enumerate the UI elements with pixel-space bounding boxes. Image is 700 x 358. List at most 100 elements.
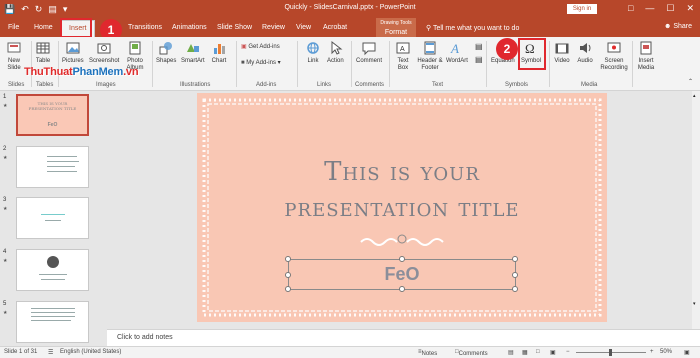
- smartart-icon: [186, 44, 199, 52]
- tab-home[interactable]: Home: [34, 18, 53, 37]
- thumb-text-line: [45, 220, 61, 221]
- thumb-text-line: [47, 161, 79, 162]
- screenshot-icon: [97, 43, 111, 54]
- zoom-slider-thumb[interactable]: [609, 349, 612, 356]
- spellcheck-icon[interactable]: ☰: [48, 349, 53, 356]
- resize-handle[interactable]: [285, 272, 291, 278]
- sign-in-button[interactable]: Sign in: [567, 4, 597, 14]
- tab-file[interactable]: File: [8, 18, 19, 37]
- tell-me-search[interactable]: ⚲ Tell me what you want to do: [426, 24, 519, 32]
- slideshow-view-icon[interactable]: ▣: [550, 349, 556, 356]
- callout-step-2: 2: [496, 38, 518, 60]
- thumb-1-title: THIS IS YOUR PRESENTATION TITLE: [28, 101, 77, 111]
- table-button[interactable]: Table: [35, 40, 51, 65]
- pictures-button[interactable]: Pictures: [62, 40, 84, 65]
- tab-acrobat[interactable]: Acrobat: [323, 18, 347, 37]
- resize-handle[interactable]: [285, 256, 291, 262]
- thumb-text-line: [41, 279, 65, 280]
- divider: [549, 41, 550, 87]
- header-footer-label: Header & Footer: [417, 58, 443, 71]
- slide-thumbnail-4[interactable]: [16, 249, 89, 291]
- tab-format[interactable]: Format: [376, 28, 416, 37]
- maximize-icon[interactable]: ☐: [666, 2, 674, 14]
- subtitle-textbox[interactable]: FeO: [285, 256, 518, 292]
- text-more-icons-2[interactable]: ▤: [475, 55, 483, 64]
- resize-handle[interactable]: [512, 286, 518, 292]
- comment-button[interactable]: Comment: [356, 40, 382, 65]
- text-box-button[interactable]: A Text Box: [395, 40, 411, 72]
- new-slide-button[interactable]: New Slide: [4, 40, 24, 72]
- group-addins-label: Add-ins: [256, 82, 277, 88]
- new-slide-icon: [7, 42, 21, 53]
- title-bar: 💾 ↶ ↻ ▤ ▾ Quickly - SlidesCarnival.pptx …: [0, 0, 700, 18]
- header-footer-button[interactable]: Header & Footer: [416, 40, 444, 72]
- minimize-icon[interactable]: —: [645, 2, 654, 14]
- text-more-icons[interactable]: ▤: [475, 42, 483, 51]
- screen-recording-button[interactable]: Screen Recording: [599, 40, 629, 72]
- slide-thumbnail-3[interactable]: [16, 197, 89, 239]
- ribbon-display-icon[interactable]: □: [628, 2, 633, 14]
- resize-handle[interactable]: [399, 286, 405, 292]
- thumb-text-line: [39, 274, 67, 275]
- notes-toggle[interactable]: ≡ Notes: [418, 349, 437, 357]
- slide-thumbnail-1[interactable]: THIS IS YOUR PRESENTATION TITLE FeO: [16, 94, 89, 136]
- text-box-icon: A: [396, 42, 410, 54]
- divider: [389, 41, 390, 87]
- slide-number: 4: [3, 249, 7, 255]
- resize-handle[interactable]: [512, 256, 518, 262]
- smartart-button[interactable]: SmartArt: [181, 40, 205, 65]
- smartart-label: SmartArt: [181, 58, 205, 64]
- notes-toggle-label: Notes: [421, 351, 438, 357]
- zoom-out-icon[interactable]: −: [566, 349, 570, 355]
- animation-star-icon: ★: [3, 310, 8, 316]
- zoom-in-icon[interactable]: +: [650, 349, 654, 355]
- slide-subtitle[interactable]: FeO: [289, 264, 515, 285]
- resize-handle[interactable]: [512, 272, 518, 278]
- wavy-divider-icon: [360, 234, 444, 246]
- tab-transitions[interactable]: Transitions: [128, 18, 162, 37]
- group-symbols-label: Symbols: [505, 82, 529, 88]
- tab-review[interactable]: Review: [262, 18, 285, 37]
- slide-number: 2: [3, 146, 7, 152]
- audio-button[interactable]: Audio: [577, 40, 593, 65]
- link-button[interactable]: Link: [305, 40, 321, 65]
- collapse-ribbon-icon[interactable]: ⌃: [688, 78, 693, 85]
- notes-pane[interactable]: Click to add notes: [107, 329, 700, 346]
- comments-toggle-label: Comments: [458, 351, 488, 357]
- current-slide[interactable]: This is your presentation title FeO: [197, 93, 607, 322]
- divider: [297, 41, 298, 87]
- wordart-button[interactable]: A WordArt: [446, 40, 468, 65]
- normal-view-icon[interactable]: ▤: [508, 349, 514, 356]
- screenshot-button[interactable]: Screenshot: [89, 40, 119, 65]
- get-addins-button[interactable]: ▣ Get Add-ins: [241, 43, 280, 50]
- new-slide-label: New Slide: [7, 58, 21, 71]
- video-button[interactable]: Video: [554, 40, 570, 65]
- divider: [152, 41, 153, 87]
- resize-handle[interactable]: [399, 256, 405, 262]
- shapes-button[interactable]: Shapes: [156, 40, 176, 65]
- insert-media-button[interactable]: Insert Media: [637, 40, 655, 72]
- scroll-down-icon[interactable]: ▾: [693, 301, 696, 307]
- my-addins-button[interactable]: ■ My Add-ins ▾: [241, 59, 281, 66]
- fit-slide-icon[interactable]: ▣: [684, 349, 690, 356]
- action-button[interactable]: Action: [327, 40, 344, 65]
- slide-sorter-icon[interactable]: ▦: [522, 349, 528, 356]
- tab-view[interactable]: View: [296, 18, 311, 37]
- highlight-symbol-button: [518, 38, 546, 70]
- slide-thumbnail-2[interactable]: [16, 146, 89, 188]
- reading-view-icon[interactable]: □: [536, 349, 540, 355]
- slide-thumbnail-5[interactable]: [16, 301, 89, 343]
- tab-slide-show[interactable]: Slide Show: [217, 18, 252, 37]
- screen-recording-label: Screen Recording: [600, 58, 628, 71]
- share-button[interactable]: ☻ Share: [664, 23, 692, 30]
- language-indicator[interactable]: English (United States): [60, 349, 121, 355]
- tab-animations[interactable]: Animations: [172, 18, 207, 37]
- chart-button[interactable]: Chart: [211, 40, 227, 65]
- resize-handle[interactable]: [285, 286, 291, 292]
- close-icon[interactable]: ✕: [686, 2, 694, 14]
- zoom-level[interactable]: 50%: [660, 349, 672, 355]
- group-media-label: Media: [581, 82, 598, 88]
- vertical-scrollbar[interactable]: ▴ ▾: [692, 91, 700, 329]
- comments-toggle[interactable]: □ Comments: [455, 349, 488, 357]
- scroll-up-icon[interactable]: ▴: [693, 93, 696, 99]
